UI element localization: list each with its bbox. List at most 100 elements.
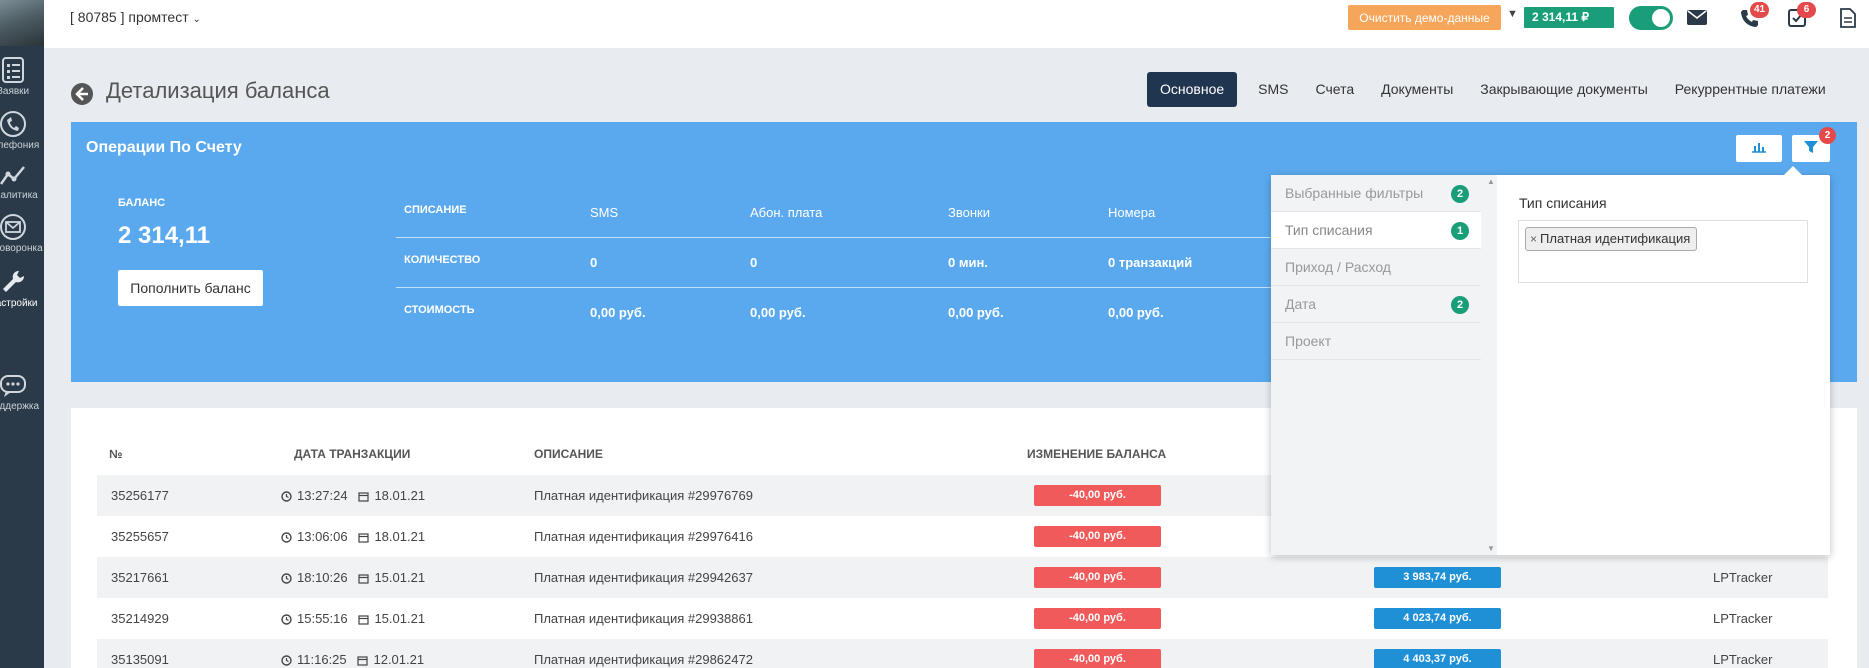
selected-filter-chip: × Платная идентификация — [1525, 227, 1698, 251]
stat-value: 0,00 руб. — [590, 305, 646, 320]
transaction-time: 11:16:25 — [297, 652, 347, 667]
transaction-id: 35255657 — [111, 529, 169, 544]
filter-category-label: Приход / Расход — [1285, 259, 1391, 275]
scroll-up-icon[interactable]: ▲ — [1487, 177, 1495, 186]
transaction-source: LPTracker — [1713, 570, 1773, 585]
filter-button[interactable]: 2 — [1792, 127, 1836, 162]
column-header: ОПИСАНИЕ — [534, 447, 603, 461]
transaction-datetime: 13:06:06 18.01.21 — [281, 516, 425, 557]
logo[interactable] — [0, 0, 44, 46]
filter-icon — [1804, 141, 1818, 153]
filter-category-selected[interactable]: Выбранные фильтры 2 — [1271, 175, 1481, 212]
filter-category-label: Дата — [1285, 296, 1317, 312]
wrench-icon — [3, 270, 25, 292]
filter-category-income-expense[interactable]: Приход / Расход — [1271, 249, 1481, 286]
mail-icon — [0, 214, 26, 240]
balance-after-badge: 4 023,74 руб. — [1374, 608, 1501, 629]
balance-change-badge: -40,00 руб. — [1034, 526, 1161, 547]
table-row[interactable]: 35217661 18:10:26 15.01.21 Платная идент… — [97, 557, 1828, 598]
stat-value: 0 — [590, 255, 598, 270]
row-label: СТОИМОСТЬ — [404, 304, 475, 316]
transaction-description: Платная идентификация #29938861 — [534, 611, 753, 626]
document-icon[interactable] — [1840, 8, 1856, 31]
sidebar-item-label: Телефония — [0, 140, 40, 151]
project-selector[interactable]: [ 80785 ] промтест ⌄ — [70, 9, 201, 25]
remove-chip-icon[interactable]: × — [1530, 232, 1537, 246]
charges-summary-table: СПИСАНИЕ SMS Абон. плата Звонки Номера К… — [396, 187, 1341, 337]
row-label: СПИСАНИЕ — [404, 204, 467, 216]
calendar-icon — [358, 615, 370, 625]
transaction-date: 15.01.21 — [374, 611, 426, 626]
sidebar-item-analytics[interactable]: Аналитика — [0, 164, 44, 201]
sidebar-item-label: Поддержка — [0, 401, 40, 412]
tab-documents[interactable]: Документы — [1381, 72, 1453, 107]
filter-category-date[interactable]: Дата 2 — [1271, 286, 1481, 323]
clock-icon — [281, 491, 292, 502]
sidebar-item-label: Настройки — [0, 298, 38, 309]
scroll-down-icon[interactable]: ▼ — [1487, 544, 1495, 553]
top-up-balance-button[interactable]: Пополнить баланс — [118, 270, 263, 306]
sidebar-item-support[interactable]: Поддержка — [0, 373, 44, 412]
transaction-date: 18.01.21 — [374, 529, 426, 544]
tabs: Основное SMS Счета Документы Закрывающие… — [1147, 72, 1826, 107]
table-row[interactable]: 35214929 15:55:16 15.01.21 Платная идент… — [97, 598, 1828, 639]
mail-icon[interactable] — [1687, 10, 1707, 28]
tab-main[interactable]: Основное — [1147, 72, 1238, 107]
filter-count-badge: 2 — [1451, 185, 1469, 203]
transaction-date: 15.01.21 — [374, 570, 426, 585]
transaction-time: 13:06:06 — [297, 529, 348, 544]
quantity-row: КОЛИЧЕСТВО 0 0 0 мин. 0 транзакций — [396, 237, 1341, 287]
balance-after-badge: 4 403,37 руб. — [1374, 649, 1501, 668]
filter-category-charge-type[interactable]: Тип списания 1 — [1271, 212, 1481, 249]
stat-value: 0,00 руб. — [1108, 305, 1164, 320]
balance-badge[interactable]: 2 314,11 ₽ — [1524, 7, 1614, 28]
transaction-datetime: 18:10:26 15.01.21 — [281, 557, 425, 598]
filter-section-title: Тип списания — [1519, 195, 1607, 211]
transaction-time: 13:27:24 — [297, 488, 348, 503]
balance-label: БАЛАНС — [118, 197, 166, 209]
column-header[interactable]: ДАТА ТРАНЗАКЦИИ — [294, 447, 410, 461]
column-header: Абон. плата — [750, 205, 823, 220]
back-arrow-icon[interactable] — [70, 82, 94, 109]
transaction-date: 18.01.21 — [374, 488, 426, 503]
sidebar-item-settings[interactable]: Настройки — [0, 268, 44, 309]
sidebar-item-telephony[interactable]: Телефония — [0, 110, 44, 151]
row-label: КОЛИЧЕСТВО — [404, 254, 481, 266]
sidebar-item-leads[interactable]: Заявки — [0, 56, 44, 97]
stat-value: 0,00 руб. — [948, 305, 1004, 320]
clear-demo-data-button[interactable]: Очистить демо-данные — [1348, 5, 1501, 30]
demo-toggle[interactable] — [1629, 6, 1673, 30]
charge-type-select[interactable]: × Платная идентификация — [1518, 220, 1808, 283]
transaction-source: LPTracker — [1713, 652, 1773, 667]
tasks-count-badge: 6 — [1797, 2, 1816, 18]
stat-value: 0 — [750, 255, 758, 270]
chat-icon — [0, 375, 26, 397]
chevron-down-icon[interactable]: ▼ — [1507, 8, 1518, 20]
table-row[interactable]: 35135091 11:16:25 12.01.21 Платная идент… — [97, 639, 1828, 668]
column-header[interactable]: ИЗМЕНЕНИЕ БАЛАНСА — [1027, 447, 1166, 461]
tab-closing-documents[interactable]: Закрывающие документы — [1480, 72, 1648, 107]
panel-title: Операции По Счету — [86, 139, 242, 156]
charges-header-row: СПИСАНИЕ SMS Абон. плата Звонки Номера — [396, 187, 1341, 237]
tasks-icon[interactable]: 6 — [1788, 2, 1816, 30]
tab-sms[interactable]: SMS — [1258, 72, 1288, 107]
filter-categories: Выбранные фильтры 2 Тип списания 1 Прихо… — [1271, 175, 1497, 555]
sidebar: Заявки Телефония Аналитика Автоворонка Н… — [0, 0, 44, 668]
page-title: Детализация баланса — [106, 78, 330, 103]
transaction-id: 35135091 — [111, 652, 169, 667]
transaction-datetime: 15:55:16 15.01.21 — [281, 598, 425, 639]
filter-scrollbar[interactable]: ▲ ▼ — [1485, 175, 1497, 555]
transaction-description: Платная идентификация #29976416 — [534, 529, 753, 544]
sidebar-item-autofunnel[interactable]: Автоворонка — [0, 213, 44, 254]
tab-invoices[interactable]: Счета — [1316, 72, 1355, 107]
transaction-datetime: 13:27:24 18.01.21 — [281, 475, 425, 516]
tab-recurring-payments[interactable]: Рекуррентные платежи — [1675, 72, 1826, 107]
balance-value: 2 314,11 — [118, 222, 211, 249]
transaction-description: Платная идентификация #29976769 — [534, 488, 753, 503]
calendar-icon — [358, 533, 370, 543]
phone-calls-icon[interactable]: 41 — [1740, 2, 1769, 31]
transaction-time: 15:55:16 — [297, 611, 348, 626]
list-icon — [2, 57, 24, 83]
chart-button[interactable] — [1736, 135, 1782, 162]
filter-category-project[interactable]: Проект — [1271, 323, 1481, 360]
